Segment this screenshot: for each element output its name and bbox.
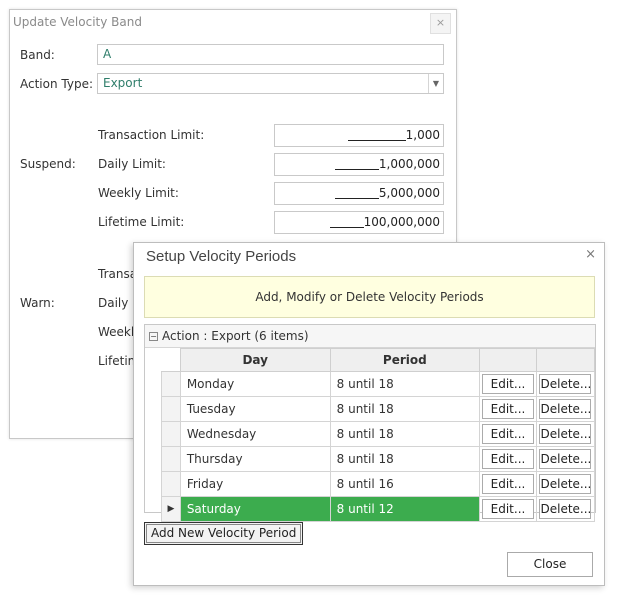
setup-velocity-periods-dialog: Setup Velocity Periods × Add, Modify or … — [133, 242, 605, 586]
edit-button[interactable]: Edit... — [481, 424, 534, 444]
add-new-velocity-period-button[interactable]: Add New Velocity Period — [144, 522, 304, 545]
warn-label: Warn: — [20, 296, 55, 310]
cell-day[interactable]: Monday — [179, 371, 331, 397]
close-button[interactable]: Close — [507, 552, 593, 577]
table-row[interactable]: Friday 8 until 16 Edit... Delete... — [161, 471, 596, 497]
row-indicator[interactable] — [161, 446, 181, 472]
delete-button[interactable]: Delete... — [539, 474, 592, 494]
delete-cell: Delete... — [535, 371, 596, 397]
cell-period[interactable]: 8 until 18 — [329, 396, 480, 422]
column-header-day[interactable]: Day — [179, 348, 331, 372]
edit-button[interactable]: Edit... — [481, 449, 534, 469]
daily-limit-label: Daily Limit: — [98, 157, 166, 171]
delete-button[interactable]: Delete... — [539, 499, 592, 519]
warn-transaction-label: Transa — [98, 267, 138, 281]
transaction-limit-value: 1,000 — [405, 128, 440, 142]
edit-cell: Edit... — [478, 446, 537, 472]
table-row[interactable]: Wednesday 8 until 18 Edit... Delete... — [161, 421, 596, 447]
close-icon[interactable]: × — [585, 247, 596, 262]
row-indicator[interactable] — [161, 471, 181, 497]
cell-period[interactable]: 8 until 16 — [329, 471, 480, 497]
dialog-title: Update Velocity Band — [13, 15, 142, 29]
table-row[interactable]: Tuesday 8 until 18 Edit... Delete... — [161, 396, 596, 422]
row-pointer-icon: ▶ — [167, 504, 175, 514]
weekly-limit-value: 5,000,000 — [378, 186, 440, 200]
info-banner: Add, Modify or Delete Velocity Periods — [144, 276, 595, 318]
delete-button[interactable]: Delete... — [539, 374, 592, 394]
cell-day[interactable]: Wednesday — [179, 421, 331, 447]
delete-cell: Delete... — [535, 471, 596, 497]
delete-cell: Delete... — [535, 496, 596, 522]
band-label: Band: — [20, 48, 55, 62]
action-type-label: Action Type: — [20, 77, 94, 91]
weekly-limit-input[interactable]: 5,000,000 — [274, 182, 444, 205]
row-indicator[interactable]: ▶ — [161, 496, 181, 522]
edit-button[interactable]: Edit... — [481, 499, 534, 519]
band-input[interactable]: A — [97, 44, 444, 65]
column-header-period[interactable]: Period — [329, 348, 480, 372]
lifetime-limit-input[interactable]: 100,000,000 — [274, 211, 444, 234]
transaction-limit-input[interactable]: 1,000 — [274, 124, 444, 147]
edit-cell: Edit... — [478, 371, 537, 397]
edit-cell: Edit... — [478, 396, 537, 422]
lifetime-limit-value: 100,000,000 — [363, 215, 440, 229]
delete-cell: Delete... — [535, 396, 596, 422]
table-row[interactable]: Monday 8 until 18 Edit... Delete... — [161, 371, 596, 397]
column-header-edit — [478, 348, 537, 372]
cell-period[interactable]: 8 until 18 — [329, 371, 480, 397]
cell-period[interactable]: 8 until 12 — [329, 496, 480, 522]
chevron-down-icon[interactable]: ▼ — [428, 74, 443, 93]
edit-button[interactable]: Edit... — [481, 474, 534, 494]
edit-button[interactable]: Edit... — [481, 399, 534, 419]
row-indicator[interactable] — [161, 396, 181, 422]
dialog-title: Setup Velocity Periods — [146, 248, 297, 265]
action-type-value: Export — [103, 76, 143, 90]
cell-day[interactable]: Thursday — [179, 446, 331, 472]
cell-day[interactable]: Saturday — [179, 496, 331, 522]
row-indicator[interactable] — [161, 421, 181, 447]
daily-limit-input[interactable]: 1,000,000 — [274, 153, 444, 176]
delete-button[interactable]: Delete... — [539, 449, 592, 469]
group-header: − Action : Export (6 items) — [145, 325, 595, 348]
weekly-limit-label: Weekly Limit: — [98, 186, 179, 200]
action-type-select[interactable]: Export ▼ — [97, 73, 444, 94]
edit-cell: Edit... — [478, 471, 537, 497]
delete-button[interactable]: Delete... — [539, 399, 592, 419]
edit-button[interactable]: Edit... — [481, 374, 534, 394]
delete-cell: Delete... — [535, 421, 596, 447]
group-label: Action : Export (6 items) — [162, 329, 309, 343]
close-icon[interactable]: × — [430, 13, 451, 34]
column-header-delete — [535, 348, 596, 372]
suspend-label: Suspend: — [20, 157, 76, 171]
transaction-limit-label: Transaction Limit: — [98, 128, 205, 142]
edit-cell: Edit... — [478, 496, 537, 522]
daily-limit-value: 1,000,000 — [378, 157, 440, 171]
velocity-periods-grid: − Action : Export (6 items) Day Period M… — [144, 324, 596, 522]
cell-period[interactable]: 8 until 18 — [329, 421, 480, 447]
indicator-header — [161, 348, 181, 372]
cell-period[interactable]: 8 until 18 — [329, 446, 480, 472]
table-row[interactable]: ▶ Saturday 8 until 12 Edit... Delete... — [161, 496, 596, 522]
lifetime-limit-label: Lifetime Limit: — [98, 215, 185, 229]
cell-day[interactable]: Friday — [179, 471, 331, 497]
table-row[interactable]: Thursday 8 until 18 Edit... Delete... — [161, 446, 596, 472]
periods-table: Day Period Monday 8 until 18 Edit... Delete… — [161, 348, 596, 522]
collapse-icon[interactable]: − — [149, 332, 158, 341]
delete-button[interactable]: Delete... — [539, 424, 592, 444]
row-indicator[interactable] — [161, 371, 181, 397]
edit-cell: Edit... — [478, 421, 537, 447]
delete-cell: Delete... — [535, 446, 596, 472]
cell-day[interactable]: Tuesday — [179, 396, 331, 422]
